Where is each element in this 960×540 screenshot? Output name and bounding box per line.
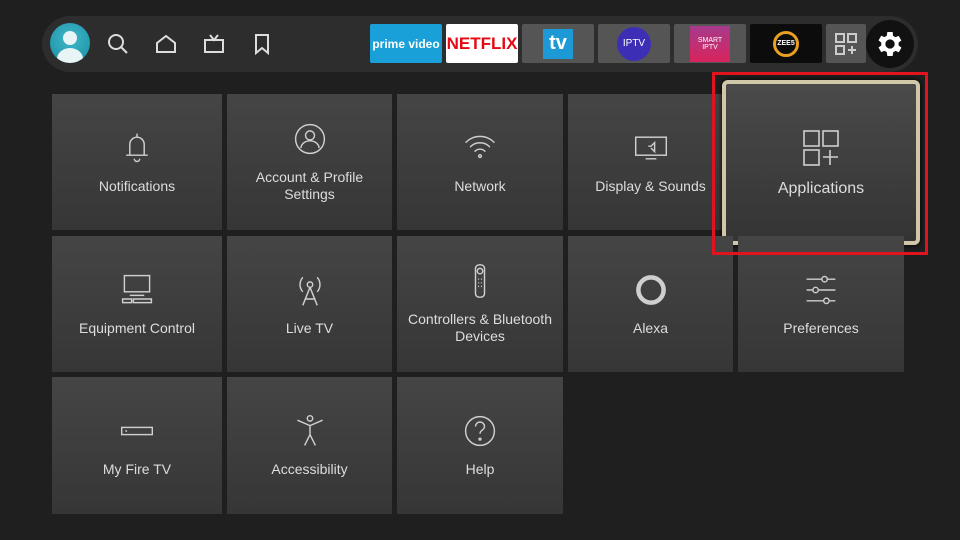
tile-label: Accessibility (271, 461, 348, 477)
tile-account-profile-settings[interactable]: Account & Profile Settings (227, 94, 392, 230)
tile-label: Network (454, 177, 506, 194)
all-apps-button[interactable] (826, 24, 866, 63)
antenna-icon (298, 276, 321, 306)
alexa-icon (635, 274, 666, 305)
sliders-icon (806, 275, 836, 304)
tile-label: Controllers & Bluetooth Devices (408, 311, 552, 344)
tile-label: Equipment Control (79, 319, 195, 336)
tile-label: My Fire TV (102, 461, 172, 477)
app-zee5[interactable]: ZEE5 (750, 24, 822, 63)
live-tv-icon[interactable] (202, 32, 226, 56)
avatar[interactable] (50, 23, 90, 63)
bookmark-icon[interactable] (250, 32, 274, 56)
highlight-box (712, 72, 928, 255)
settings-button[interactable] (866, 20, 914, 68)
bell-icon (126, 133, 148, 162)
search-icon[interactable] (106, 32, 130, 56)
app-iptv[interactable]: IPTV (598, 24, 670, 63)
tile-label: Preferences (783, 319, 859, 336)
tile-label: Notifications (98, 177, 176, 194)
apps-icon (835, 32, 857, 55)
tile-live-tv[interactable]: Live TV (227, 236, 392, 372)
tile-label: Account & Profile Settings (255, 169, 364, 202)
tile-help[interactable]: Help (397, 377, 563, 514)
display-icon (634, 135, 667, 160)
app-netflix[interactable]: NETFLIX (446, 24, 518, 63)
tile-network[interactable]: Network (397, 94, 563, 230)
home-icon[interactable] (154, 32, 178, 56)
app-tv[interactable]: tv (522, 24, 594, 63)
tile-equipment-control[interactable]: Equipment Control (52, 236, 222, 372)
fire-tv-icon (120, 426, 154, 436)
gear-icon (878, 32, 902, 56)
tile-notifications[interactable]: Notifications (52, 94, 222, 230)
app-smart-iptv[interactable]: SMART IPTV (674, 24, 746, 63)
wifi-icon (465, 135, 495, 158)
tile-label: Live TV (285, 319, 334, 336)
tile-label: Alexa (632, 319, 669, 336)
tile-label: Display & Sounds (595, 177, 706, 194)
remote-icon (474, 264, 486, 298)
tile-alexa[interactable]: Alexa (568, 236, 733, 372)
profile-icon (294, 123, 325, 155)
tile-preferences[interactable]: Preferences (738, 236, 904, 372)
tile-label: Help (465, 461, 495, 477)
equipment-icon (121, 274, 153, 303)
tile-accessibility[interactable]: Accessibility (227, 377, 392, 514)
accessibility-icon (296, 414, 323, 446)
tile-display-sounds[interactable]: Display & Sounds (568, 94, 733, 230)
help-icon (464, 415, 496, 447)
tile-controllers-bluetooth-devices[interactable]: Controllers & Bluetooth Devices (397, 236, 563, 372)
tile-my-fire-tv[interactable]: My Fire TV (52, 377, 222, 514)
app-prime-video[interactable]: prime video (370, 24, 442, 63)
